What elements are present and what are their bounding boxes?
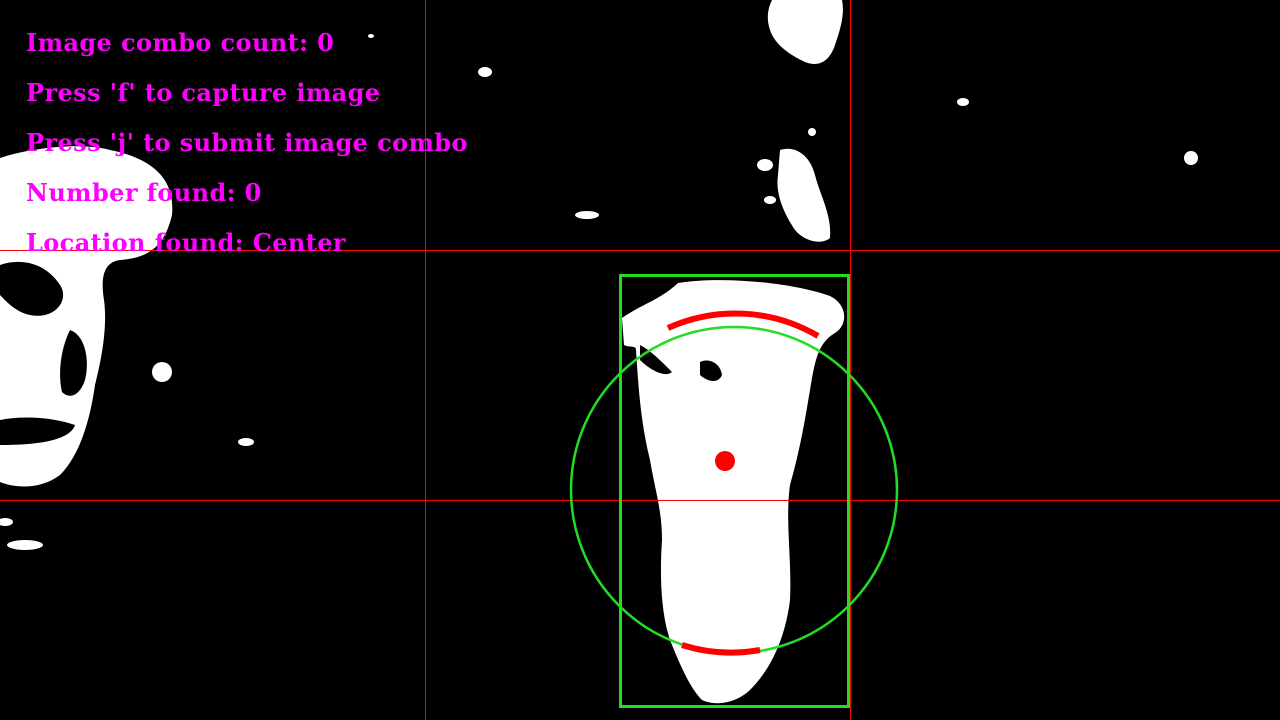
mask-blob-target xyxy=(622,280,845,704)
mask-blob-cluster xyxy=(777,148,831,242)
hud-submit-instruction: Press 'j' to submit image combo xyxy=(26,128,468,157)
centroid-dot-icon xyxy=(715,451,735,471)
mask-speck xyxy=(1184,151,1198,165)
mask-speck xyxy=(478,67,492,77)
mask-speck xyxy=(757,159,773,171)
mask-speck xyxy=(764,196,776,204)
camera-viewport[interactable]: Image combo count: 0 Press 'f' to captur… xyxy=(0,0,1280,720)
hud-capture-instruction: Press 'f' to capture image xyxy=(26,78,381,107)
mask-speck xyxy=(238,438,254,446)
mask-speck xyxy=(0,518,13,526)
mask-blob-top xyxy=(767,0,843,65)
mask-speck xyxy=(808,128,816,136)
mask-speck xyxy=(368,34,374,38)
hud-location-found: Location found: Center xyxy=(26,228,346,257)
mask-speck xyxy=(7,540,43,550)
hud-number-found: Number found: 0 xyxy=(26,178,262,207)
binary-mask-view xyxy=(0,0,1280,720)
mask-speck xyxy=(957,98,969,106)
mask-speck xyxy=(575,211,599,219)
hud-combo-count: Image combo count: 0 xyxy=(26,28,335,57)
mask-speck xyxy=(152,362,172,382)
